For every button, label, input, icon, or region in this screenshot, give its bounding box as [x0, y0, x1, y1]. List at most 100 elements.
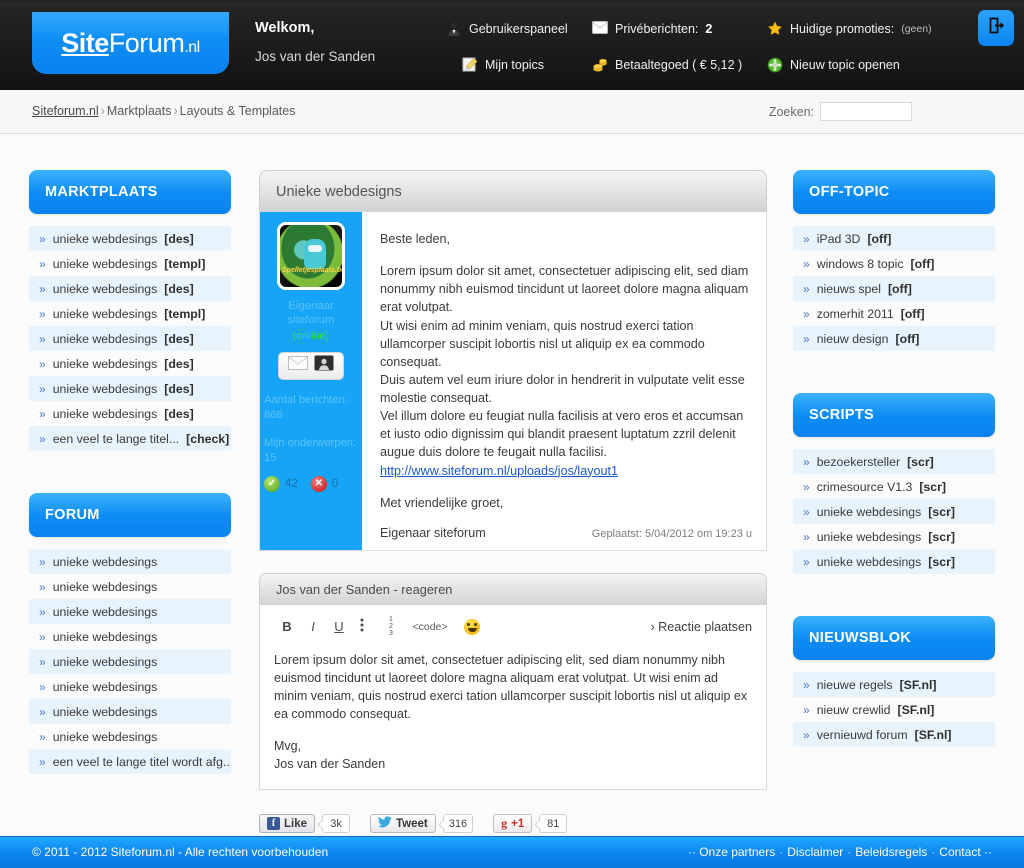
- numbered-list-2: 2: [389, 623, 393, 631]
- post-spacer: [380, 480, 752, 494]
- bullet-list-icon[interactable]: [352, 617, 378, 636]
- menu-promoties[interactable]: Huidige promoties: (geen): [767, 21, 932, 37]
- breadcrumb-root[interactable]: Siteforum.nl: [32, 104, 99, 118]
- breadcrumb-level-1[interactable]: Marktplaats: [107, 104, 172, 118]
- list-item-label: unieke webdesings: [816, 554, 922, 569]
- list-item-label: unieke webdesings: [52, 256, 158, 271]
- list-item[interactable]: » unieke webdesings: [29, 699, 231, 724]
- code-button[interactable]: <code>: [404, 621, 456, 633]
- list-item[interactable]: » nieuws spel [off]: [793, 276, 995, 301]
- list-item[interactable]: » bezoekersteller [scr]: [793, 449, 995, 474]
- facebook-like-button[interactable]: f Like: [259, 814, 316, 834]
- menu-mijn-topics-label: Mijn topics: [485, 58, 545, 72]
- chevron-icon: »: [803, 504, 810, 519]
- sidebar-left-spacer: [29, 451, 231, 493]
- list-item-label: iPad 3D: [816, 231, 861, 246]
- search-label: Zoeken:: [768, 104, 814, 119]
- list-item[interactable]: » een veel te lange titel wordt afg...: [29, 749, 231, 774]
- envelope-icon: [592, 21, 608, 37]
- sidebar-left: MARKTPLAATS » unieke webdesings [des] » uni…: [29, 170, 231, 774]
- avatar-mascot: [304, 239, 326, 269]
- chevron-icon: »: [803, 529, 810, 544]
- list-item-tag: [check]: [186, 431, 230, 446]
- list-item[interactable]: » unieke webdesings [des]: [29, 401, 231, 426]
- list-item[interactable]: » nieuwe regels [SF.nl]: [793, 672, 995, 697]
- list-item-label: nieuw design: [816, 331, 889, 346]
- list-item[interactable]: » unieke webdesings [des]: [29, 326, 231, 351]
- list-item-tag: [SF.nl]: [897, 702, 935, 717]
- chevron-icon: »: [39, 231, 46, 246]
- list-item[interactable]: » unieke webdesings [scr]: [793, 524, 995, 549]
- pencil-note-icon: [462, 57, 478, 73]
- site-logo[interactable]: SiteForum.nl: [32, 12, 229, 74]
- check-badge-icon: ✓: [264, 475, 280, 492]
- list-item[interactable]: » unieke webdesings [des]: [29, 276, 231, 301]
- twitter-tweet-button[interactable]: Tweet: [370, 814, 436, 834]
- list-item[interactable]: » unieke webdesings: [29, 574, 231, 599]
- list-item-tag: [scr]: [919, 479, 947, 494]
- numbered-list-button[interactable]: 1 2 3: [378, 616, 404, 637]
- search-input[interactable]: [820, 102, 912, 121]
- list-item-label: een veel te lange titel...: [52, 431, 180, 446]
- chevron-icon: »: [39, 554, 46, 569]
- list-item[interactable]: » unieke webdesings: [29, 599, 231, 624]
- list-item[interactable]: » zomerhit 2011 [off]: [793, 301, 995, 326]
- list-item[interactable]: » vernieuwd forum [SF.nl]: [793, 722, 995, 747]
- menu-mijn-topics[interactable]: Mijn topics: [462, 57, 544, 73]
- author-action-buttons[interactable]: [278, 351, 344, 380]
- logout-button[interactable]: [978, 10, 1014, 46]
- list-item[interactable]: » unieke webdesings [templ]: [29, 251, 231, 276]
- chevron-icon: »: [39, 281, 46, 296]
- footer-link-partners[interactable]: Onze partners: [699, 845, 775, 859]
- menu-betaaltegoed[interactable]: Betaaltegoed ( € 5,12 ): [592, 57, 742, 73]
- post-attachment-link[interactable]: http://www.siteforum.nl/uploads/jos/layo…: [380, 464, 618, 478]
- block-marktplaats: MARKTPLAATS » unieke webdesings [des] » uni…: [29, 170, 231, 451]
- underline-button[interactable]: U: [326, 619, 352, 634]
- menu-gebruikerspaneel[interactable]: Gebruikerspaneel: [446, 21, 568, 37]
- block-marktplaats-title: MARKTPLAATS: [29, 170, 231, 214]
- italic-button[interactable]: I: [300, 619, 326, 634]
- reply-textarea[interactable]: Lorem ipsum dolor sit amet, consectetuer…: [274, 651, 752, 774]
- chevron-icon: »: [803, 702, 810, 717]
- footer-link-disclaimer[interactable]: Disclaimer: [787, 845, 843, 859]
- submit-reply-button[interactable]: › Reactie plaatsen: [650, 620, 752, 634]
- list-item[interactable]: » unieke webdesings: [29, 549, 231, 574]
- bold-button[interactable]: B: [274, 619, 300, 634]
- block-off-topic: OFF-TOPIC » iPad 3D [off] » windows 8 topic…: [793, 170, 995, 351]
- menu-priveberichten[interactable]: Privéberichten: 2: [592, 21, 712, 37]
- chevron-icon: »: [39, 406, 46, 421]
- author-postcount-label: Aantal berichten:: [264, 393, 348, 406]
- menu-nieuw-topic[interactable]: Nieuw topic openen: [767, 57, 900, 73]
- chevron-icon: »: [39, 356, 46, 371]
- menu-promoties-label: Huidige promoties:: [790, 22, 895, 36]
- list-item-tag: [templ]: [164, 306, 206, 321]
- smiley-icon[interactable]: [464, 618, 480, 635]
- list-item[interactable]: » unieke webdesings: [29, 624, 231, 649]
- footer-link-beleidsregels[interactable]: Beleidsregels: [855, 845, 927, 859]
- list-item[interactable]: » unieke webdesings [scr]: [793, 549, 995, 574]
- list-item[interactable]: » nieuw crewlid [SF.nl]: [793, 697, 995, 722]
- avatar-caption: Spelletjesplaats.be: [282, 267, 345, 274]
- chevron-icon: »: [39, 629, 46, 644]
- google-plus-button[interactable]: g +1: [493, 814, 533, 834]
- avatar[interactable]: Spelletjesplaats.be: [277, 222, 345, 290]
- footer-links: ·· Onze partners · Disclaimer · Beleidsregel…: [688, 845, 992, 859]
- list-item[interactable]: » unieke webdesings [des]: [29, 226, 231, 251]
- list-item[interactable]: » unieke webdesings [templ]: [29, 301, 231, 326]
- list-item[interactable]: » crimesource V1.3 [scr]: [793, 474, 995, 499]
- footer-link-contact[interactable]: Contact: [939, 845, 980, 859]
- list-item[interactable]: » een veel te lange titel... [check]: [29, 426, 231, 451]
- list-item[interactable]: » windows 8 topic [off]: [793, 251, 995, 276]
- list-item[interactable]: » unieke webdesings: [29, 724, 231, 749]
- profile-card-icon[interactable]: [314, 355, 334, 376]
- list-item[interactable]: » unieke webdesings: [29, 674, 231, 699]
- list-item[interactable]: » unieke webdesings: [29, 649, 231, 674]
- list-item[interactable]: » unieke webdesings [des]: [29, 376, 231, 401]
- list-item[interactable]: » unieke webdesings [des]: [29, 351, 231, 376]
- list-item[interactable]: » nieuw design [off]: [793, 326, 995, 351]
- envelope-icon[interactable]: [288, 356, 308, 375]
- list-item-tag: [scr]: [928, 504, 955, 519]
- list-item[interactable]: » iPad 3D [off]: [793, 226, 995, 251]
- breadcrumb-level-2[interactable]: Layouts & Templates: [180, 104, 296, 118]
- list-item[interactable]: » unieke webdesings [scr]: [793, 499, 995, 524]
